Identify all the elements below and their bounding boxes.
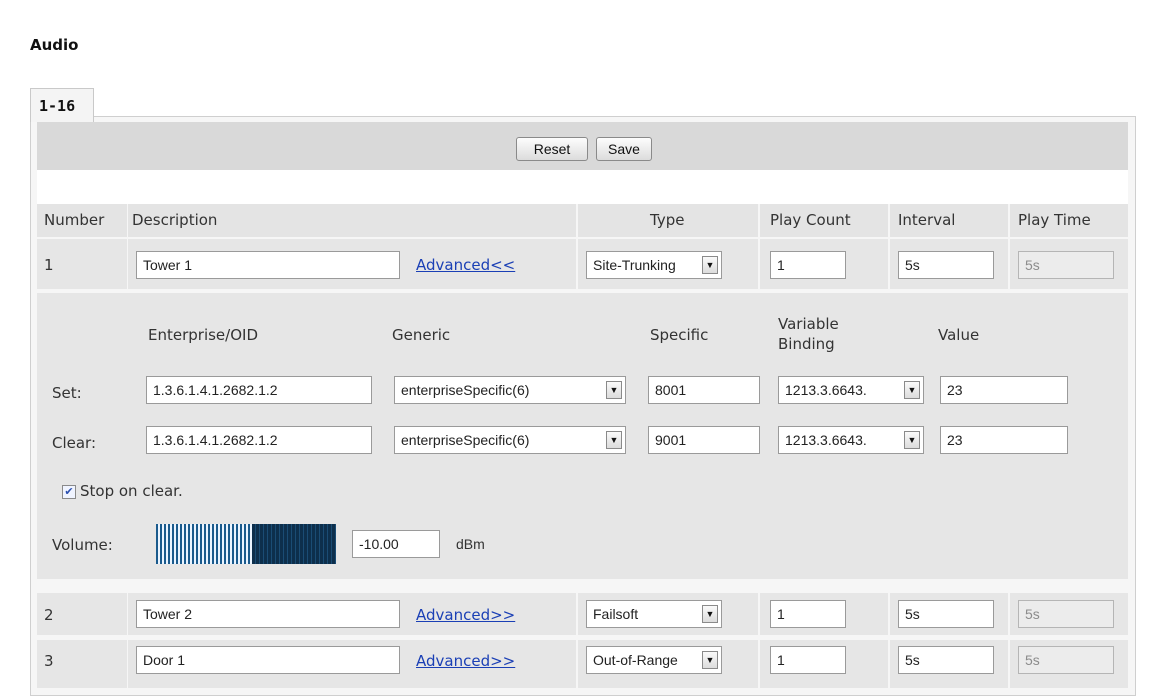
set-oid-input[interactable]: 1.3.6.1.4.1.2682.1.2 bbox=[146, 376, 372, 404]
reset-button[interactable]: Reset bbox=[516, 137, 588, 161]
clear-value-input[interactable]: 23 bbox=[940, 426, 1068, 454]
spacer bbox=[37, 170, 1128, 204]
header-description: Description bbox=[132, 211, 218, 229]
set-generic-select[interactable]: enterpriseSpecific(6) ▼ bbox=[394, 376, 626, 404]
chevron-down-icon: ▼ bbox=[702, 605, 718, 623]
header-play-time: Play Time bbox=[1018, 211, 1091, 229]
row-number: 3 bbox=[44, 652, 54, 670]
set-binding-select[interactable]: 1213.3.6643. ▼ bbox=[778, 376, 924, 404]
header-specific: Specific bbox=[650, 326, 709, 344]
set-specific-input[interactable]: 8001 bbox=[648, 376, 760, 404]
play-time-input-1: 5s bbox=[1018, 251, 1114, 279]
set-value-input[interactable]: 23 bbox=[940, 376, 1068, 404]
play-count-input-1[interactable]: 1 bbox=[770, 251, 846, 279]
tab-1-16[interactable]: 1-16 bbox=[30, 88, 94, 122]
chevron-down-icon: ▼ bbox=[606, 381, 622, 399]
type-select-1[interactable]: Site-Trunking ▼ bbox=[586, 251, 722, 279]
clear-oid-input[interactable]: 1.3.6.1.4.1.2682.1.2 bbox=[146, 426, 372, 454]
play-count-input-2[interactable]: 1 bbox=[770, 600, 846, 628]
description-input-2[interactable]: Tower 2 bbox=[136, 600, 400, 628]
header-interval: Interval bbox=[898, 211, 956, 229]
stop-on-clear-checkbox[interactable]: ✔ bbox=[62, 485, 76, 499]
header-type: Type bbox=[650, 211, 685, 229]
volume-unit: dBm bbox=[456, 536, 485, 552]
set-label: Set: bbox=[52, 384, 82, 402]
interval-input-2[interactable]: 5s bbox=[898, 600, 994, 628]
clear-binding-select[interactable]: 1213.3.6643. ▼ bbox=[778, 426, 924, 454]
interval-input-1[interactable]: 5s bbox=[898, 251, 994, 279]
chevron-down-icon: ▼ bbox=[702, 651, 718, 669]
row-number: 2 bbox=[44, 606, 54, 624]
type-select-2[interactable]: Failsoft ▼ bbox=[586, 600, 722, 628]
interval-input-3[interactable]: 5s bbox=[898, 646, 994, 674]
description-input-3[interactable]: Door 1 bbox=[136, 646, 400, 674]
clear-specific-input[interactable]: 9001 bbox=[648, 426, 760, 454]
advanced-toggle-2[interactable]: Advanced>> bbox=[416, 606, 515, 624]
stop-on-clear-label: Stop on clear. bbox=[80, 482, 183, 500]
header-play-count: Play Count bbox=[770, 211, 851, 229]
play-time-input-3: 5s bbox=[1018, 646, 1114, 674]
header-number: Number bbox=[44, 211, 105, 229]
header-variable-binding: Variable Binding bbox=[778, 315, 839, 353]
play-count-input-3[interactable]: 1 bbox=[770, 646, 846, 674]
volume-label: Volume: bbox=[52, 536, 113, 554]
header-value: Value bbox=[938, 326, 980, 344]
header-enterprise-oid: Enterprise/OID bbox=[148, 326, 258, 344]
checkmark-icon: ✔ bbox=[64, 485, 74, 498]
play-time-input-2: 5s bbox=[1018, 600, 1114, 628]
volume-slider-fill bbox=[252, 524, 336, 564]
advanced-toggle-1[interactable]: Advanced<< bbox=[416, 256, 515, 274]
chevron-down-icon: ▼ bbox=[904, 431, 920, 449]
description-input-1[interactable]: Tower 1 bbox=[136, 251, 400, 279]
chevron-down-icon: ▼ bbox=[606, 431, 622, 449]
chevron-down-icon: ▼ bbox=[904, 381, 920, 399]
save-button[interactable]: Save bbox=[596, 137, 652, 161]
volume-input[interactable]: -10.00 bbox=[352, 530, 440, 558]
type-select-3[interactable]: Out-of-Range ▼ bbox=[586, 646, 722, 674]
header-generic: Generic bbox=[392, 326, 451, 344]
clear-label: Clear: bbox=[52, 434, 97, 452]
clear-generic-select[interactable]: enterpriseSpecific(6) ▼ bbox=[394, 426, 626, 454]
row-number: 1 bbox=[44, 256, 54, 274]
advanced-toggle-3[interactable]: Advanced>> bbox=[416, 652, 515, 670]
page-title: Audio bbox=[30, 36, 79, 54]
chevron-down-icon: ▼ bbox=[702, 256, 718, 274]
